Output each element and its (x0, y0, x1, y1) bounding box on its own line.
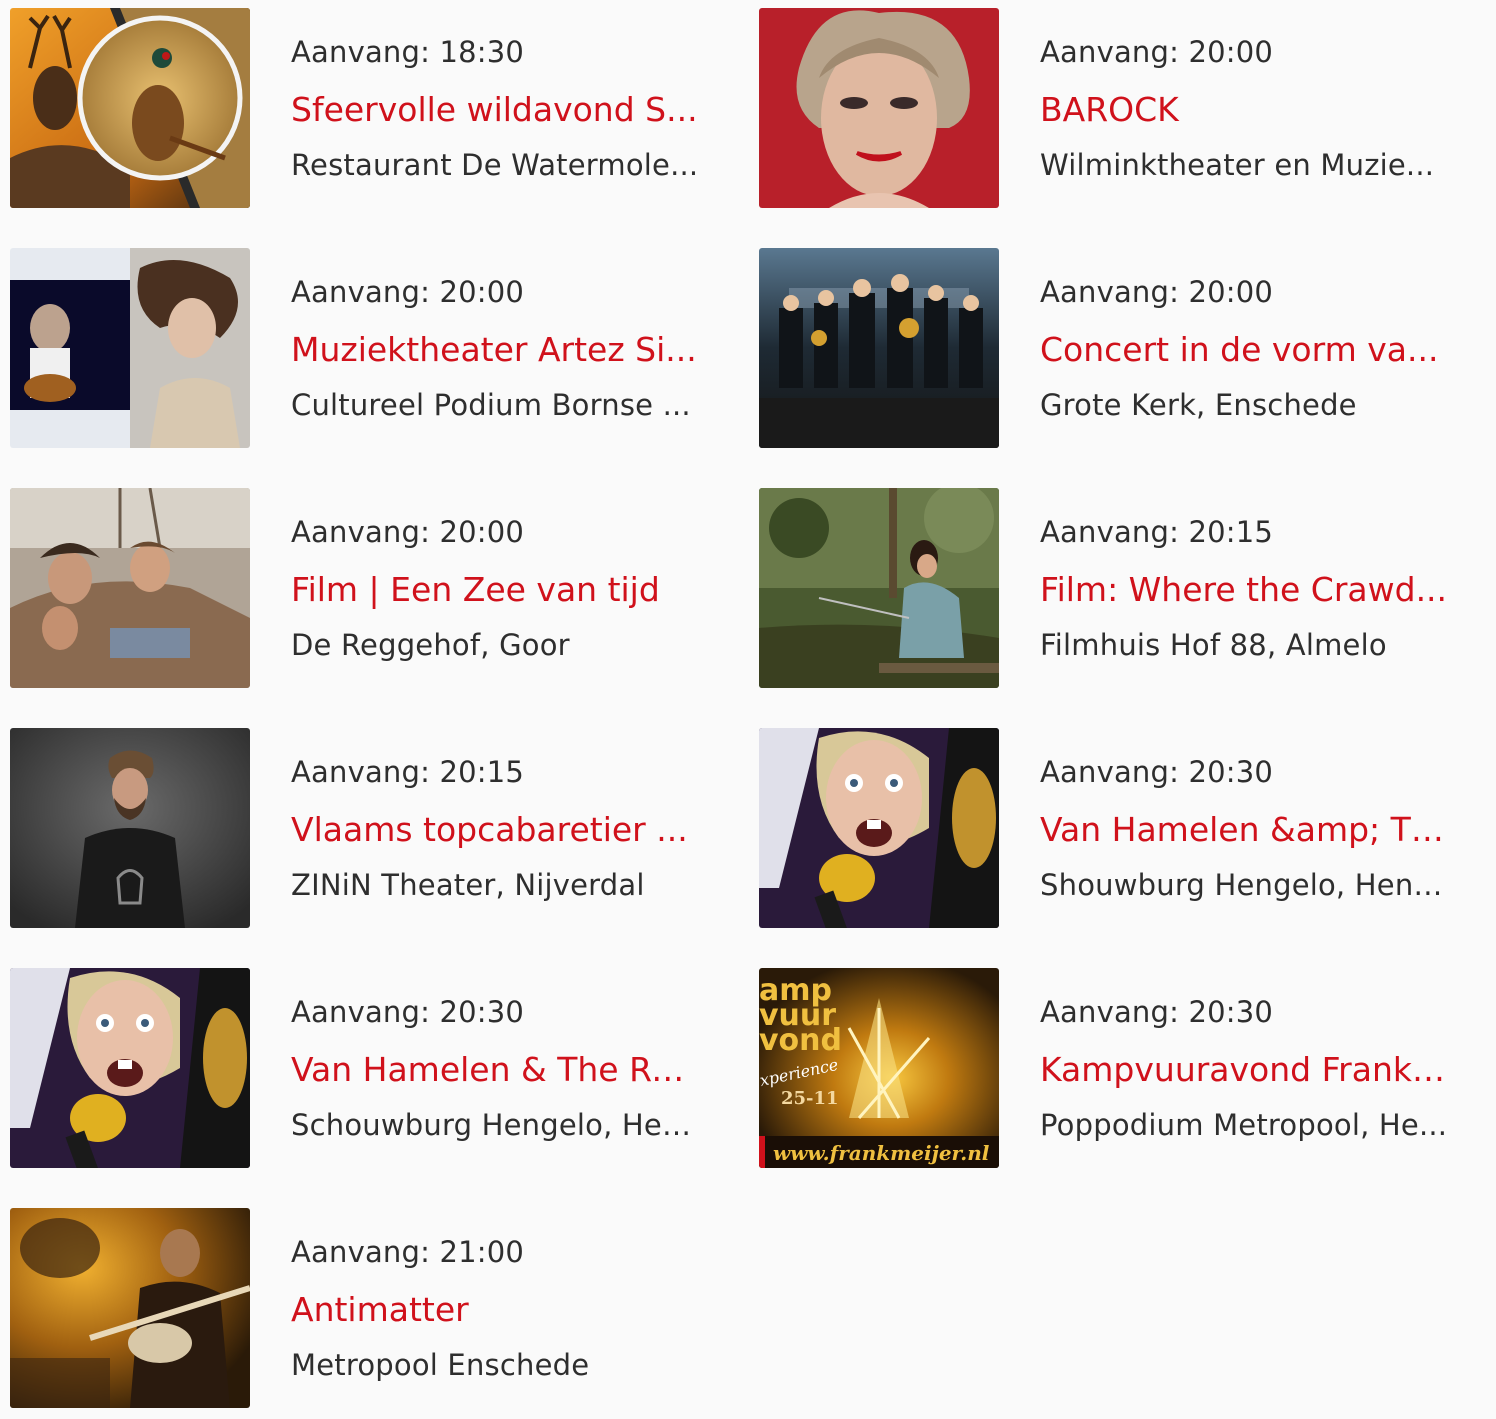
brass-band-photo (759, 248, 999, 448)
event-thumbnail[interactable] (10, 488, 250, 688)
event-title-link[interactable]: Vlaams topcabaretier ... (291, 809, 701, 851)
event-info: Aanvang: 20:15 Vlaams topcabaretier ... … (291, 752, 701, 905)
event-venue: Wilminktheater en Muzie... (1040, 148, 1435, 182)
event-venue: Grote Kerk, Enschede (1040, 388, 1357, 422)
event-venue: Cultureel Podium Bornse ... (291, 388, 691, 422)
event-title-link[interactable]: Sfeervolle wildavond S... (291, 89, 701, 131)
event-venue: Metropool Enschede (291, 1348, 590, 1382)
event-thumbnail[interactable] (759, 8, 999, 208)
event-list: Aanvang: 18:30 Sfeervolle wildavond S...… (0, 0, 1496, 1419)
event-time: Aanvang: 20:00 (291, 275, 525, 309)
event-title-link[interactable]: Film: Where the Crawd... (1040, 569, 1450, 611)
event-title-link[interactable]: Van Hamelen &amp; Th... (1040, 809, 1450, 851)
event-title-link[interactable]: Concert in de vorm va... (1040, 329, 1450, 371)
event-venue: De Reggehof, Goor (291, 628, 570, 662)
event-card[interactable]: Aanvang: 20:00 Film | Een Zee van tijd D… (10, 488, 710, 688)
event-thumbnail[interactable] (10, 968, 250, 1168)
event-venue: Poppodium Metropool, He... (1040, 1108, 1448, 1142)
event-thumbnail[interactable] (759, 248, 999, 448)
event-time: Aanvang: 20:00 (1040, 35, 1274, 69)
event-title-link[interactable]: BAROCK (1040, 89, 1450, 131)
event-card[interactable]: amp vuur vond xperience 25-11 www.frankm… (759, 968, 1459, 1168)
event-venue: Restaurant De Watermole... (291, 148, 699, 182)
pheasant-and-deer-photo (10, 8, 250, 208)
event-time: Aanvang: 18:30 (291, 35, 525, 69)
event-info: Aanvang: 20:00 Muziektheater Artez Si...… (291, 272, 701, 425)
event-venue: Filmhuis Hof 88, Almelo (1040, 628, 1387, 662)
event-thumbnail[interactable] (10, 248, 250, 448)
event-time: Aanvang: 20:00 (1040, 275, 1274, 309)
comedian-portrait-photo (10, 728, 250, 928)
event-card[interactable]: Aanvang: 20:30 Van Hamelen & The Rat... … (10, 968, 710, 1168)
event-card[interactable]: Aanvang: 20:00 Muziektheater Artez Si...… (10, 248, 710, 448)
event-title-link[interactable]: Van Hamelen & The Rat... (291, 1049, 701, 1091)
event-card[interactable]: Aanvang: 21:00 Antimatter Metropool Ensc… (10, 1208, 710, 1408)
event-card[interactable]: Aanvang: 20:00 BAROCK Wilminktheater en … (759, 8, 1459, 208)
family-on-boat-photo (10, 488, 250, 688)
event-card[interactable]: Aanvang: 18:30 Sfeervolle wildavond S...… (10, 8, 710, 208)
event-thumbnail[interactable]: amp vuur vond xperience 25-11 www.frankm… (759, 968, 999, 1168)
event-time: Aanvang: 20:00 (291, 515, 525, 549)
event-venue: Shouwburg Hengelo, Heng... (1040, 868, 1450, 902)
singer-portrait-photo (759, 8, 999, 208)
event-info: Aanvang: 20:30 Kampvuuravond Frank ... P… (1040, 992, 1450, 1145)
event-title-link[interactable]: Antimatter (291, 1289, 701, 1331)
event-info: Aanvang: 20:30 Van Hamelen & The Rat... … (291, 992, 701, 1145)
event-thumbnail[interactable] (10, 728, 250, 928)
event-card[interactable]: Aanvang: 20:15 Vlaams topcabaretier ... … (10, 728, 710, 928)
poster-date: 25-11 (781, 1088, 839, 1109)
woman-singing-microphone-photo (759, 728, 999, 928)
event-thumbnail[interactable] (759, 728, 999, 928)
event-card[interactable]: Aanvang: 20:30 Van Hamelen &amp; Th... S… (759, 728, 1459, 928)
event-info: Aanvang: 20:30 Van Hamelen &amp; Th... S… (1040, 752, 1450, 905)
poster-text: vond (759, 1023, 842, 1058)
event-title-link[interactable]: Kampvuuravond Frank ... (1040, 1049, 1450, 1091)
event-venue: Schouwburg Hengelo, Hen... (291, 1108, 701, 1142)
event-card[interactable]: Aanvang: 20:00 Concert in de vorm va... … (759, 248, 1459, 448)
event-time: Aanvang: 20:15 (291, 755, 525, 789)
event-info: Aanvang: 20:00 Film | Een Zee van tijd D… (291, 512, 701, 665)
event-thumbnail[interactable] (759, 488, 999, 688)
poster-url: www.frankmeijer.nl (773, 1141, 990, 1165)
guitarist-on-stage-photo (10, 1208, 250, 1408)
event-info: Aanvang: 20:15 Film: Where the Crawd... … (1040, 512, 1450, 665)
guitarist-and-woman-photo (10, 248, 250, 448)
event-card[interactable]: Aanvang: 20:15 Film: Where the Crawd... … (759, 488, 1459, 688)
event-time: Aanvang: 20:30 (291, 995, 525, 1029)
campfire-poster: amp vuur vond xperience 25-11 www.frankm… (759, 968, 999, 1168)
event-time: Aanvang: 21:00 (291, 1235, 525, 1269)
event-title-link[interactable]: Film | Een Zee van tijd (291, 569, 701, 611)
event-venue: ZINiN Theater, Nijverdal (291, 868, 645, 902)
woman-singing-microphone-photo (10, 968, 250, 1168)
event-thumbnail[interactable] (10, 1208, 250, 1408)
event-thumbnail[interactable] (10, 8, 250, 208)
event-time: Aanvang: 20:15 (1040, 515, 1274, 549)
girl-fishing-photo (759, 488, 999, 688)
event-info: Aanvang: 20:00 Concert in de vorm va... … (1040, 272, 1450, 425)
event-info: Aanvang: 20:00 BAROCK Wilminktheater en … (1040, 32, 1450, 185)
event-info: Aanvang: 21:00 Antimatter Metropool Ensc… (291, 1232, 701, 1385)
event-title-link[interactable]: Muziektheater Artez Si... (291, 329, 701, 371)
event-time: Aanvang: 20:30 (1040, 755, 1274, 789)
event-info: Aanvang: 18:30 Sfeervolle wildavond S...… (291, 32, 701, 185)
event-time: Aanvang: 20:30 (1040, 995, 1274, 1029)
